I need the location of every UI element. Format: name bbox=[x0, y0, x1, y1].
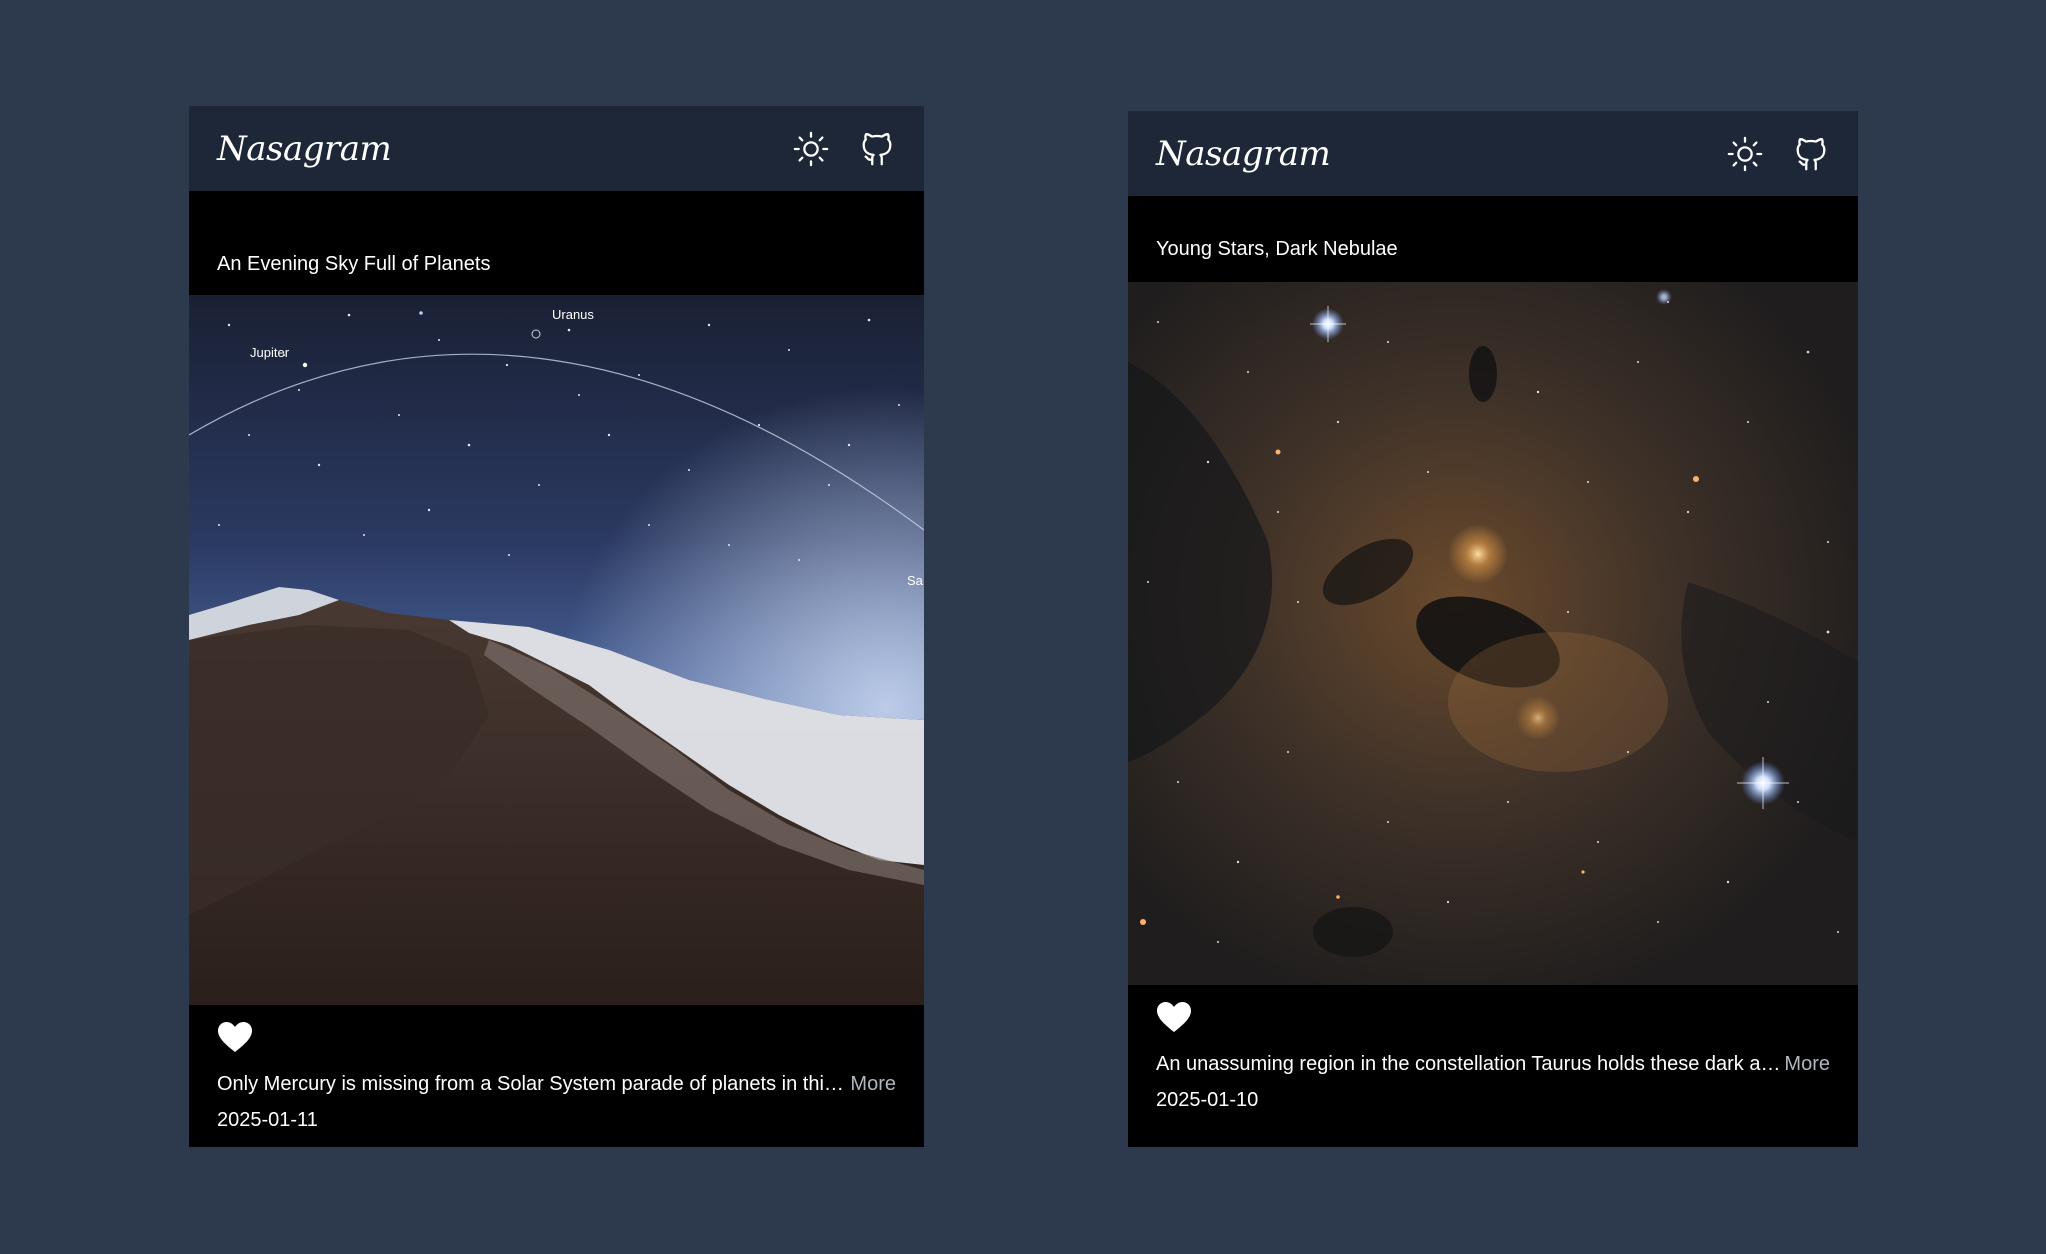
post-footer: An unassuming region in the constellatio… bbox=[1128, 985, 1858, 1147]
post-image[interactable] bbox=[1128, 282, 1858, 985]
post-title: Young Stars, Dark Nebulae bbox=[1156, 238, 1398, 260]
post-date: 2025-01-11 bbox=[217, 1109, 318, 1131]
sun-icon[interactable] bbox=[792, 130, 830, 168]
app-logo[interactable]: Nasagram bbox=[217, 129, 392, 169]
heart-icon[interactable] bbox=[1156, 1001, 1192, 1033]
caption-text: Only Mercury is missing from a Solar Sys… bbox=[217, 1073, 851, 1095]
github-icon[interactable] bbox=[1792, 135, 1830, 173]
header-actions bbox=[1726, 135, 1830, 173]
more-link[interactable]: More bbox=[850, 1071, 896, 1097]
post-title: An Evening Sky Full of Planets bbox=[217, 253, 491, 275]
post-caption: An unassuming region in the constellatio… bbox=[1156, 1051, 1830, 1077]
app-header: Nasagram bbox=[1128, 111, 1858, 196]
github-icon[interactable] bbox=[858, 130, 896, 168]
jupiter-label: Jupiter bbox=[250, 345, 290, 360]
post-caption: Only Mercury is missing from a Solar Sys… bbox=[217, 1071, 896, 1097]
sun-icon[interactable] bbox=[1726, 135, 1764, 173]
post-footer: Only Mercury is missing from a Solar Sys… bbox=[189, 1005, 924, 1147]
saturn-label: Sa bbox=[907, 573, 924, 588]
more-link[interactable]: More bbox=[1784, 1051, 1830, 1077]
header-actions bbox=[792, 130, 896, 168]
app-header: Nasagram bbox=[189, 106, 924, 191]
heart-icon[interactable] bbox=[217, 1021, 253, 1053]
page: Nasagram An Evening Sky Full of Planets … bbox=[0, 0, 2046, 1254]
post-card: Nasagram bbox=[189, 106, 924, 1147]
post-image[interactable]: Uranus Jupiter Sa bbox=[189, 295, 924, 1005]
post-card: Nasagram bbox=[1128, 111, 1858, 1147]
uranus-label: Uranus bbox=[552, 307, 594, 322]
post-date: 2025-01-10 bbox=[1156, 1089, 1259, 1111]
caption-text: An unassuming region in the constellatio… bbox=[1156, 1053, 1785, 1075]
app-logo[interactable]: Nasagram bbox=[1156, 134, 1331, 174]
